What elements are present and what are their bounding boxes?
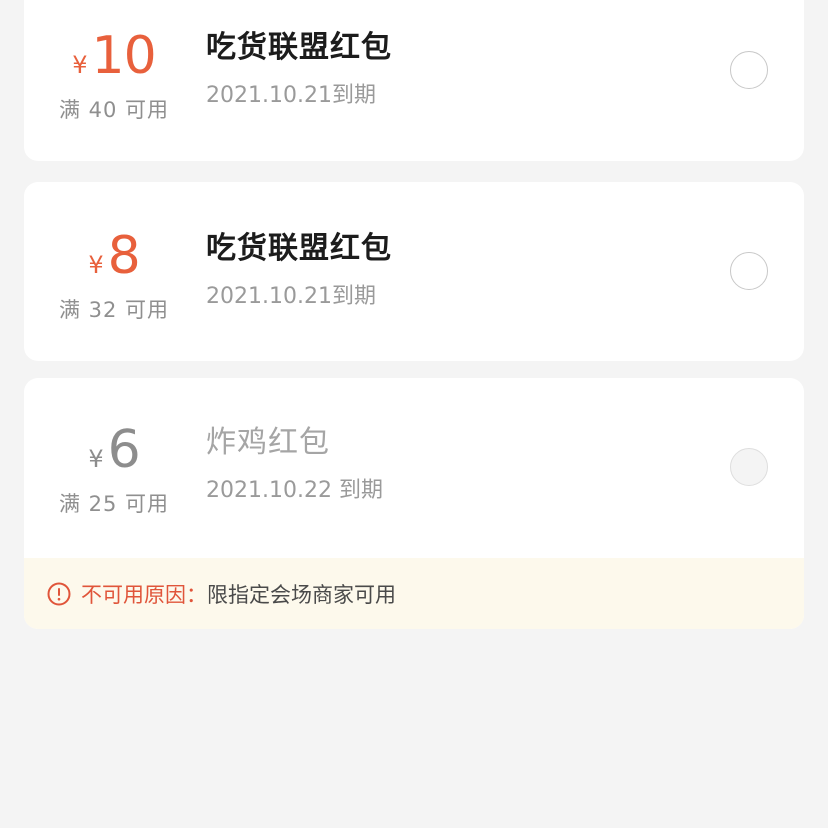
coupon-title: 吃货联盟红包 [206,231,392,266]
currency-symbol: ¥ [88,445,104,473]
exclamation-circle-icon [47,582,71,606]
coupon-value: 8 [107,226,141,286]
coupon-card[interactable]: ¥ 10 满 40 可用 吃货联盟红包 2021.10.21到期 [24,0,804,161]
coupon-card-unavailable: ¥ 6 满 25 可用 炸鸡红包 2021.10.22 到期 不可用原因： 限指… [24,378,804,629]
currency-symbol: ¥ [88,251,104,279]
coupon-card[interactable]: ¥ 8 满 32 可用 吃货联盟红包 2021.10.21到期 [24,182,804,361]
coupon-expire-date: 2021.10.21到期 [206,83,376,108]
coupon-amount: ¥ 8 [54,230,174,282]
coupon-select-radio-disabled [730,448,768,486]
coupon-expire-date: 2021.10.21到期 [206,284,376,309]
currency-symbol: ¥ [72,51,88,79]
coupon-info: 吃货联盟红包 2021.10.21到期 [206,33,392,107]
coupon-list-page: ¥ 10 满 40 可用 吃货联盟红包 2021.10.21到期 ¥ 8 满 3… [0,0,828,828]
coupon-amount-box: ¥ 6 满 25 可用 [54,424,174,518]
coupon-amount-box: ¥ 8 满 32 可用 [54,230,174,324]
coupon-threshold: 满 40 可用 [58,98,170,122]
unavailable-reason-label: 不可用原因： [81,582,207,607]
unavailable-reason-bar: 不可用原因： 限指定会场商家可用 [24,558,804,629]
coupon-select-radio[interactable] [730,51,768,89]
coupon-threshold: 满 25 可用 [58,492,170,516]
coupon-expire-date: 2021.10.22 到期 [206,478,383,503]
coupon-value: 10 [91,26,157,86]
coupon-amount: ¥ 10 [54,30,174,82]
coupon-select-radio[interactable] [730,252,768,290]
coupon-body: ¥ 8 满 32 可用 吃货联盟红包 2021.10.21到期 [24,182,804,361]
coupon-info: 吃货联盟红包 2021.10.21到期 [206,234,392,308]
coupon-threshold: 满 32 可用 [58,298,170,322]
coupon-title: 吃货联盟红包 [206,30,392,65]
coupon-body: ¥ 6 满 25 可用 炸鸡红包 2021.10.22 到期 [24,378,804,558]
coupon-amount: ¥ 6 [54,424,174,476]
coupon-value: 6 [107,420,141,480]
coupon-body: ¥ 10 满 40 可用 吃货联盟红包 2021.10.21到期 [24,0,804,161]
coupon-amount-box: ¥ 10 满 40 可用 [54,30,174,124]
coupon-title: 炸鸡红包 [206,425,330,460]
coupon-info: 炸鸡红包 2021.10.22 到期 [206,428,383,502]
unavailable-reason-text: 限指定会场商家可用 [207,582,396,607]
